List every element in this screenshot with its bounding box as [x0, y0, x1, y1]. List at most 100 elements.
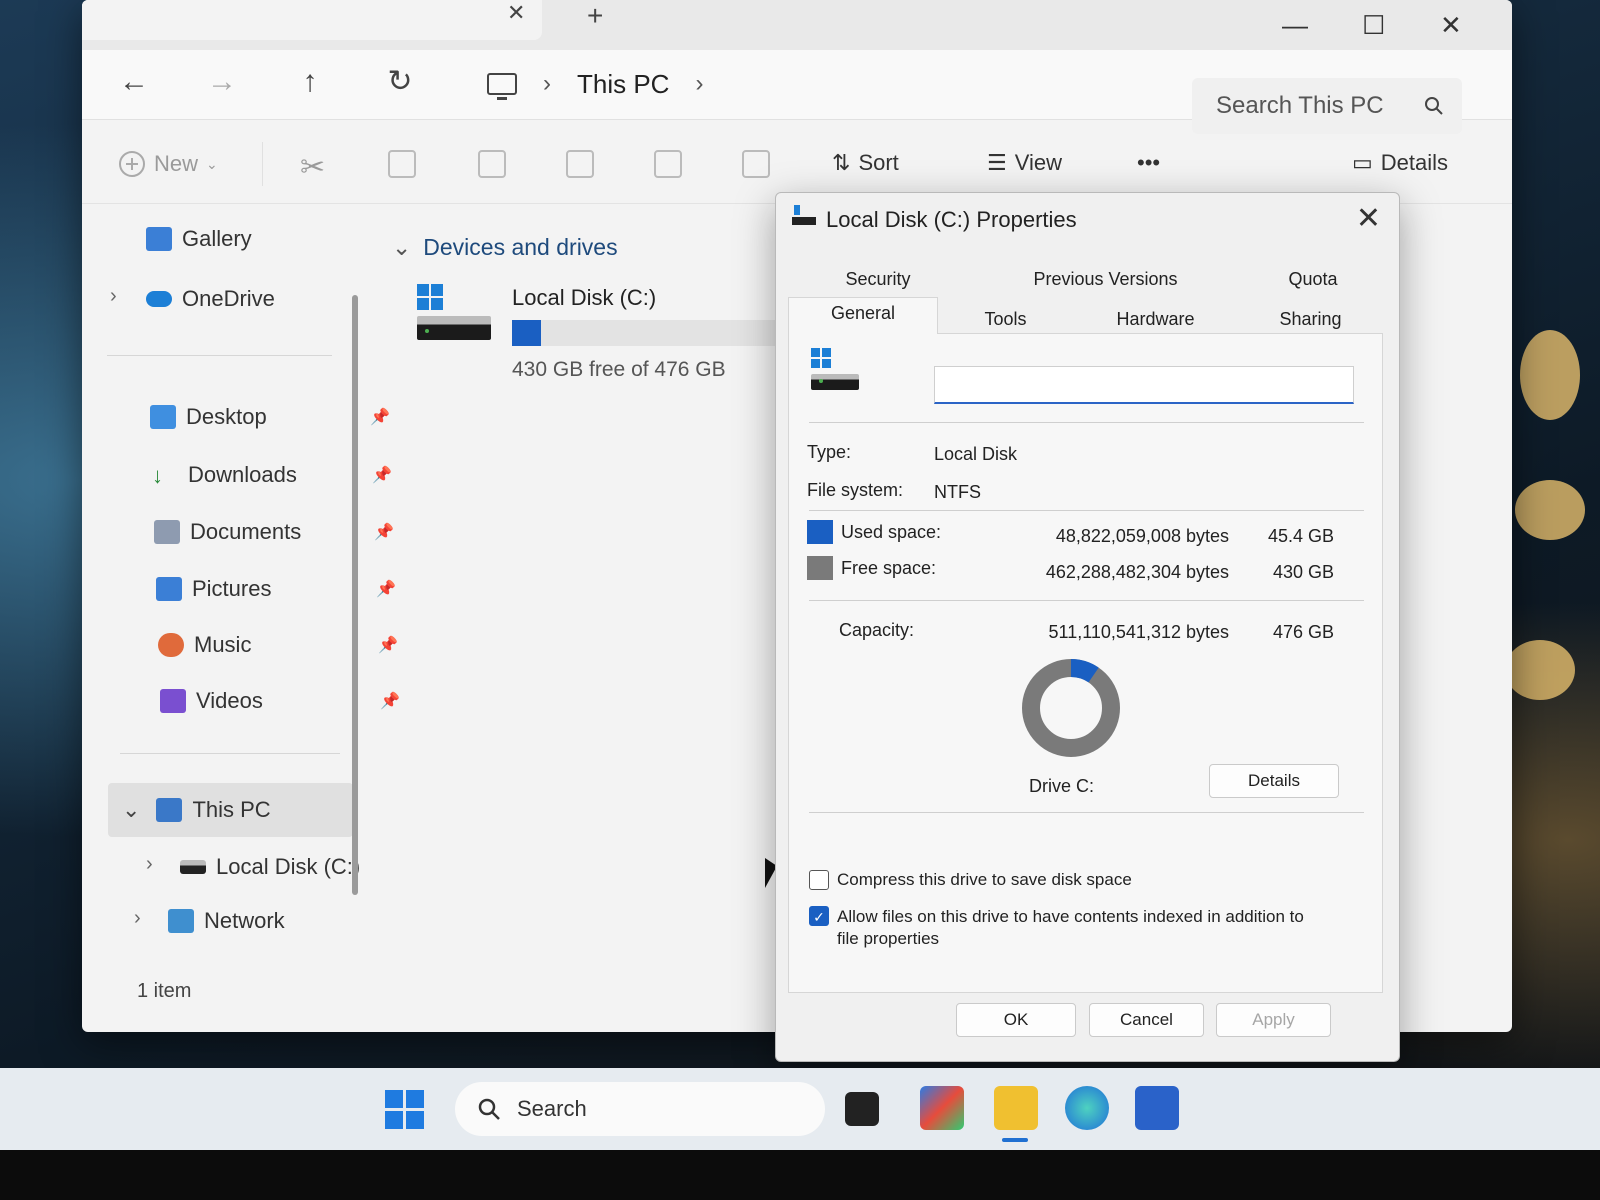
index-checkbox[interactable]: ✓	[809, 906, 829, 926]
tab-quota[interactable]: Quota	[1243, 263, 1383, 295]
close-icon[interactable]: ✕	[1356, 201, 1381, 236]
apply-button[interactable]: Apply	[1216, 1003, 1331, 1037]
tab-this-pc[interactable]	[82, 0, 542, 40]
minimize-button[interactable]: —	[1282, 10, 1308, 41]
sidebar-item-label: Pictures	[192, 576, 272, 601]
tab-security[interactable]: Security	[788, 263, 968, 295]
sidebar-item-music[interactable]: Music 📌	[158, 621, 408, 669]
trash-icon	[742, 150, 770, 178]
sort-button[interactable]: ⇅ Sort	[832, 150, 899, 176]
store-icon[interactable]	[920, 1086, 964, 1130]
more-options-button[interactable]: •••	[1137, 150, 1160, 176]
start-button[interactable]	[385, 1090, 424, 1129]
used-space-swatch	[807, 520, 833, 544]
scissors-icon: ✂	[300, 151, 326, 184]
view-icon: ☰	[987, 150, 1007, 175]
title-bar: ✕ + — ☐ ✕	[82, 0, 1512, 50]
tab-sharing[interactable]: Sharing	[1238, 303, 1383, 334]
dialog-title: Local Disk (C:) Properties	[826, 207, 1077, 232]
compress-checkbox[interactable]	[809, 870, 829, 890]
sidebar-item-downloads[interactable]: ↓ Downloads 📌	[152, 451, 402, 499]
cancel-button[interactable]: Cancel	[1089, 1003, 1204, 1037]
downloads-icon: ↓	[152, 463, 163, 488]
sidebar-item-label: Music	[194, 632, 252, 657]
sidebar-item-documents[interactable]: Documents 📌	[154, 508, 404, 556]
new-button[interactable]: New ⌄	[118, 150, 218, 178]
sidebar-scrollbar[interactable]	[352, 295, 358, 895]
drive-tile-local-disk[interactable]: Local Disk (C:) 430 GB free of 476 GB	[417, 280, 817, 390]
drive-icon	[792, 205, 816, 229]
new-tab-icon[interactable]: +	[587, 0, 603, 32]
disk-cleanup-details-button[interactable]: Details	[1209, 764, 1339, 798]
pictures-icon	[156, 577, 182, 601]
sidebar-item-label: Network	[204, 908, 285, 933]
address-bar[interactable]: › This PC ›	[477, 58, 1177, 110]
breadcrumb-chevron-icon[interactable]: ›	[695, 70, 703, 98]
chevron-right-icon[interactable]: ›	[110, 285, 117, 308]
taskbar: Search	[0, 1068, 1600, 1150]
back-arrow-icon[interactable]: ←	[112, 60, 156, 104]
sidebar-item-onedrive[interactable]: OneDrive	[146, 275, 396, 323]
microsoft-store-icon[interactable]	[1135, 1086, 1179, 1130]
up-arrow-icon[interactable]: ↑	[288, 60, 332, 104]
tab-tools[interactable]: Tools	[938, 303, 1073, 334]
sidebar-item-gallery[interactable]: Gallery	[146, 215, 396, 263]
copy-button[interactable]	[388, 150, 416, 178]
chevron-right-icon[interactable]: ›	[134, 907, 141, 930]
sort-label: Sort	[858, 150, 899, 175]
file-system-value: NTFS	[934, 482, 981, 502]
cut-button[interactable]: ✂	[300, 150, 325, 185]
taskbar-search[interactable]: Search	[455, 1082, 825, 1136]
used-space-bytes: 48,822,059,008 bytes	[1055, 526, 1229, 546]
sidebar-item-network[interactable]: Network	[168, 897, 418, 945]
rename-button[interactable]	[566, 150, 594, 178]
delete-button[interactable]	[742, 150, 770, 178]
close-window-button[interactable]: ✕	[1440, 10, 1462, 41]
network-icon	[168, 909, 194, 933]
index-label: Allow files on this drive to have conten…	[837, 907, 1304, 948]
file-explorer-icon[interactable]	[994, 1086, 1038, 1130]
refresh-icon[interactable]: ↻	[378, 60, 422, 104]
navigation-bar: ← → ↑ ↻ › This PC › Search This PC	[82, 50, 1512, 134]
sidebar-item-videos[interactable]: Videos 📌	[160, 677, 410, 725]
drive-free-text: 430 GB free of 476 GB	[512, 358, 726, 381]
sidebar-item-label: Downloads	[188, 462, 297, 487]
task-view-icon[interactable]	[845, 1092, 879, 1126]
index-option[interactable]: ✓ Allow files on this drive to have cont…	[809, 906, 1309, 950]
active-app-indicator	[1002, 1138, 1028, 1142]
chevron-down-icon[interactable]: ⌄	[122, 797, 140, 823]
drive-body	[811, 374, 859, 390]
maximize-button[interactable]: ☐	[1362, 10, 1385, 41]
tab-general[interactable]: General	[788, 297, 938, 334]
drive-icon	[180, 860, 206, 874]
tab-hardware[interactable]: Hardware	[1073, 303, 1238, 334]
chevron-right-icon[interactable]: ›	[146, 853, 153, 876]
paste-icon	[478, 150, 506, 178]
volume-label-input[interactable]	[934, 366, 1354, 404]
ok-button[interactable]: OK	[956, 1003, 1076, 1037]
tab-previous-versions[interactable]: Previous Versions	[968, 263, 1243, 295]
sidebar-item-label: Desktop	[186, 404, 267, 429]
windows-logo-icon	[417, 284, 491, 310]
breadcrumb-chevron-icon[interactable]: ›	[543, 70, 551, 98]
divider	[809, 812, 1364, 813]
sidebar-item-pictures[interactable]: Pictures 📌	[156, 565, 406, 613]
drive-icon	[811, 348, 859, 390]
edge-icon[interactable]	[1065, 1086, 1109, 1130]
group-header-devices[interactable]: ⌄ Devices and drives	[392, 234, 618, 261]
donut-free-segment	[1022, 659, 1120, 757]
paste-button[interactable]	[478, 150, 506, 178]
free-space-bytes: 462,288,482,304 bytes	[1045, 562, 1229, 582]
sidebar-item-this-pc[interactable]: ⌄ This PC	[108, 783, 353, 837]
forward-arrow-icon[interactable]: →	[200, 60, 244, 104]
breadcrumb-this-pc[interactable]: This PC	[577, 69, 669, 100]
sidebar-item-desktop[interactable]: Desktop 📌	[150, 393, 400, 441]
copy-icon	[388, 150, 416, 178]
videos-icon	[160, 689, 186, 713]
close-tab-icon[interactable]: ✕	[507, 0, 525, 26]
view-button[interactable]: ☰ View	[987, 150, 1062, 176]
sidebar-divider	[107, 355, 332, 356]
share-button[interactable]	[654, 150, 682, 178]
compress-option[interactable]: Compress this drive to save disk space	[809, 870, 1132, 890]
details-pane-button[interactable]: ▭ Details	[1352, 150, 1448, 176]
